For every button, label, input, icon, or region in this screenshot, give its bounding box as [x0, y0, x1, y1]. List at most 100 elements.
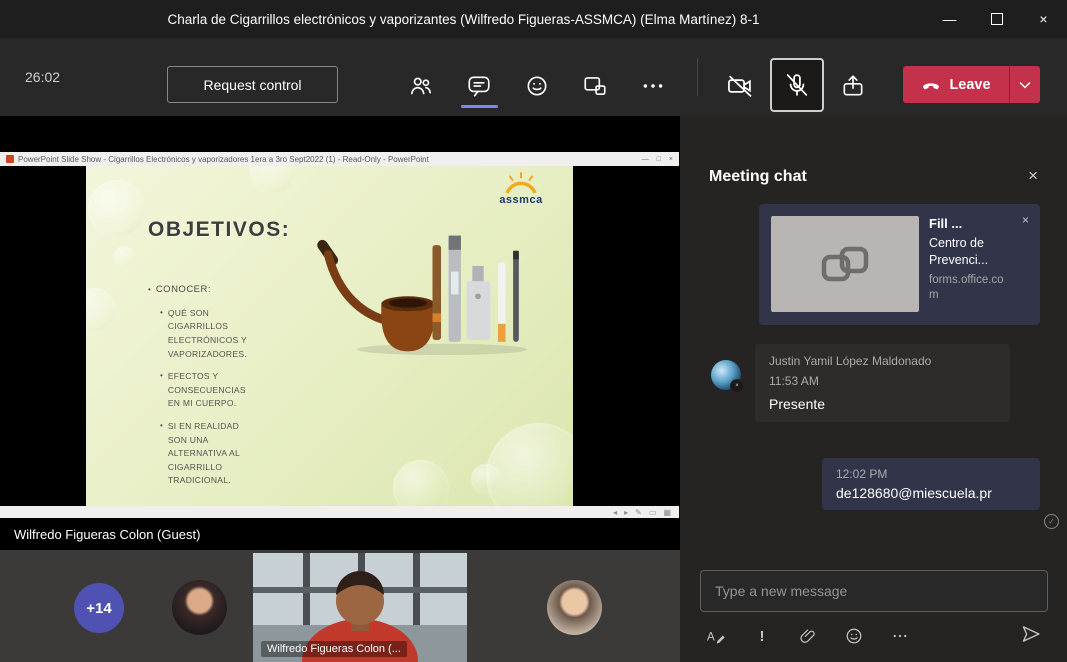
close-icon: × — [1021, 213, 1029, 227]
close-icon: × — [1039, 11, 1048, 27]
ppt-slideshow-area: assmca OBJETIVOS: • CONOCER: • QUÉ SON C… — [0, 166, 679, 506]
ppt-titlebar: PowerPoint Slide Show - Cigarrillos Elec… — [0, 152, 679, 166]
ppt-minimize-icon: — — [641, 155, 649, 163]
chat-button[interactable] — [462, 69, 496, 103]
link-description: Centro de Prevenci... — [929, 236, 989, 267]
sub-bullet: • EFECTOS Y CONSECUENCIAS EN MI CUERPO. — [160, 370, 256, 411]
maximize-button[interactable] — [973, 0, 1020, 38]
minimize-button[interactable]: — — [926, 0, 973, 38]
bubble-decoration — [250, 166, 296, 194]
sub-bullet-text: QUÉ SON CIGARRILLOS ELECTRÓNICOS Y VAPOR… — [167, 307, 247, 359]
sub-bullet: • QUÉ SON CIGARRILLOS ELECTRÓNICOS Y VAP… — [160, 307, 256, 361]
ecigarette-devices-image — [317, 235, 528, 356]
hang-up-icon — [923, 82, 940, 89]
message-author: Justin Yamil López Maldonado — [769, 354, 932, 368]
close-button[interactable]: × — [1020, 0, 1067, 38]
message-text: Presente — [769, 396, 826, 412]
breakout-rooms-button[interactable] — [578, 69, 612, 103]
link-preview-close-button[interactable]: × — [1022, 213, 1029, 227]
assmca-logo-text: assmca — [499, 194, 543, 206]
toolbar-divider — [697, 58, 698, 96]
chevron-down-icon — [1019, 81, 1031, 89]
link-preview-card[interactable]: Fill ... Centro de Prevenci... forms.off… — [771, 216, 1028, 312]
share-screen-button[interactable] — [836, 69, 870, 103]
leave-button[interactable]: Leave — [903, 66, 1040, 103]
minimize-icon: — — [942, 11, 957, 27]
teams-meeting-window: Charla de Cigarrillos electrónicos y vap… — [0, 0, 1067, 662]
more-options-icon — [643, 84, 663, 88]
breakout-rooms-icon — [584, 77, 606, 95]
bullet-marker: • — [160, 371, 163, 381]
leave-label: Leave — [949, 76, 991, 93]
sub-bullet-text: SI EN REALIDAD SON UNA ALTERNATIVA AL CI… — [167, 420, 240, 486]
ppt-maximize-icon: □ — [656, 155, 661, 163]
compose-toolbar: A ! — [706, 626, 910, 646]
chat-message: Justin Yamil López Maldonado 11:53 AM Pr… — [755, 344, 1010, 422]
message-time: 12:02 PM — [836, 467, 888, 481]
meeting-chat-panel: Meeting chat × Fill ... Centro de Preven… — [680, 116, 1067, 662]
participants-button[interactable] — [404, 69, 438, 103]
bubble-decoration — [471, 464, 501, 494]
request-control-button[interactable]: Request control — [167, 66, 338, 103]
bubble-decoration — [114, 246, 134, 266]
video-participant-name: Wilfredo Figueras Colon (... — [261, 641, 407, 657]
participants-overflow-badge[interactable]: +14 — [74, 583, 124, 633]
reactions-button[interactable] — [520, 69, 554, 103]
camera-off-icon — [728, 75, 752, 97]
leave-button-main[interactable]: Leave — [903, 75, 1009, 95]
chat-sender-avatar[interactable]: × — [711, 360, 744, 393]
assmca-logo: assmca — [493, 172, 549, 206]
mic-toggle-button[interactable] — [770, 58, 824, 112]
assmca-sun-icon — [505, 172, 537, 194]
meeting-timer: 26:02 — [25, 69, 61, 85]
share-screen-icon — [843, 75, 863, 96]
sub-bullet: • SI EN REALIDAD SON UNA ALTERNATIVA AL … — [160, 420, 256, 488]
chat-message-own: 12:02 PM de128680@miescuela.pr — [822, 458, 1040, 510]
chat-message-link-preview: Fill ... Centro de Prevenci... forms.off… — [759, 204, 1040, 325]
message-text: de128680@miescuela.pr — [836, 485, 992, 501]
send-button[interactable] — [1021, 624, 1041, 649]
compose-box — [700, 570, 1048, 612]
more-compose-button[interactable] — [890, 626, 910, 646]
window-titlebar: Charla de Cigarrillos electrónicos y vap… — [0, 0, 1067, 38]
link-meta: Fill ... Centro de Prevenci... forms.off… — [929, 216, 1007, 312]
participant-avatar[interactable] — [547, 580, 602, 635]
chat-close-button[interactable]: × — [1028, 166, 1038, 186]
slide: assmca OBJETIVOS: • CONOCER: • QUÉ SON C… — [86, 166, 573, 506]
ppt-grid-view-icon: ▦ — [663, 507, 671, 517]
bullet-head-row: • CONOCER: — [148, 284, 268, 297]
link-icon — [821, 246, 869, 282]
leave-options-button[interactable] — [1010, 81, 1040, 89]
more-options-icon — [893, 634, 907, 638]
overflow-count: +14 — [86, 599, 112, 617]
powerpoint-app-icon — [6, 155, 14, 163]
ppt-window-controls: — □ × — [642, 156, 673, 163]
camera-toggle-button[interactable] — [723, 69, 757, 103]
bubble-decoration — [486, 423, 573, 506]
bullet-marker: • — [160, 307, 163, 317]
message-time: 11:53 AM — [769, 374, 819, 388]
request-control-label: Request control — [203, 76, 302, 93]
participant-avatar[interactable] — [172, 580, 227, 635]
sub-bullet-list: • QUÉ SON CIGARRILLOS ELECTRÓNICOS Y VAP… — [160, 307, 268, 488]
ppt-next-slide-icon: ▸ — [624, 507, 629, 517]
paperclip-icon — [800, 629, 815, 643]
message-input[interactable] — [701, 571, 1047, 611]
send-icon — [1022, 626, 1040, 642]
window-title: Charla de Cigarrillos electrónicos y vap… — [167, 11, 760, 27]
format-button[interactable]: A — [706, 626, 726, 646]
link-thumbnail — [771, 216, 919, 312]
bubble-decoration — [393, 460, 449, 506]
ppt-view-icon: ▭ — [648, 507, 657, 517]
ppt-window-title: PowerPoint Slide Show - Cigarrillos Elec… — [18, 154, 429, 164]
people-icon — [410, 77, 432, 95]
participants-strip: +14 Wilfredo Figueras Colon (... — [0, 550, 680, 662]
emoji-button[interactable] — [844, 626, 864, 646]
bubble-decoration — [86, 288, 116, 332]
participant-video-tile[interactable]: Wilfredo Figueras Colon (... — [253, 553, 467, 662]
meeting-toolbar: 26:02 Request control Leave — [0, 38, 1067, 116]
importance-button[interactable]: ! — [752, 626, 772, 646]
attach-button[interactable] — [798, 626, 818, 646]
more-options-button[interactable] — [636, 69, 670, 103]
reactions-icon — [527, 76, 547, 96]
